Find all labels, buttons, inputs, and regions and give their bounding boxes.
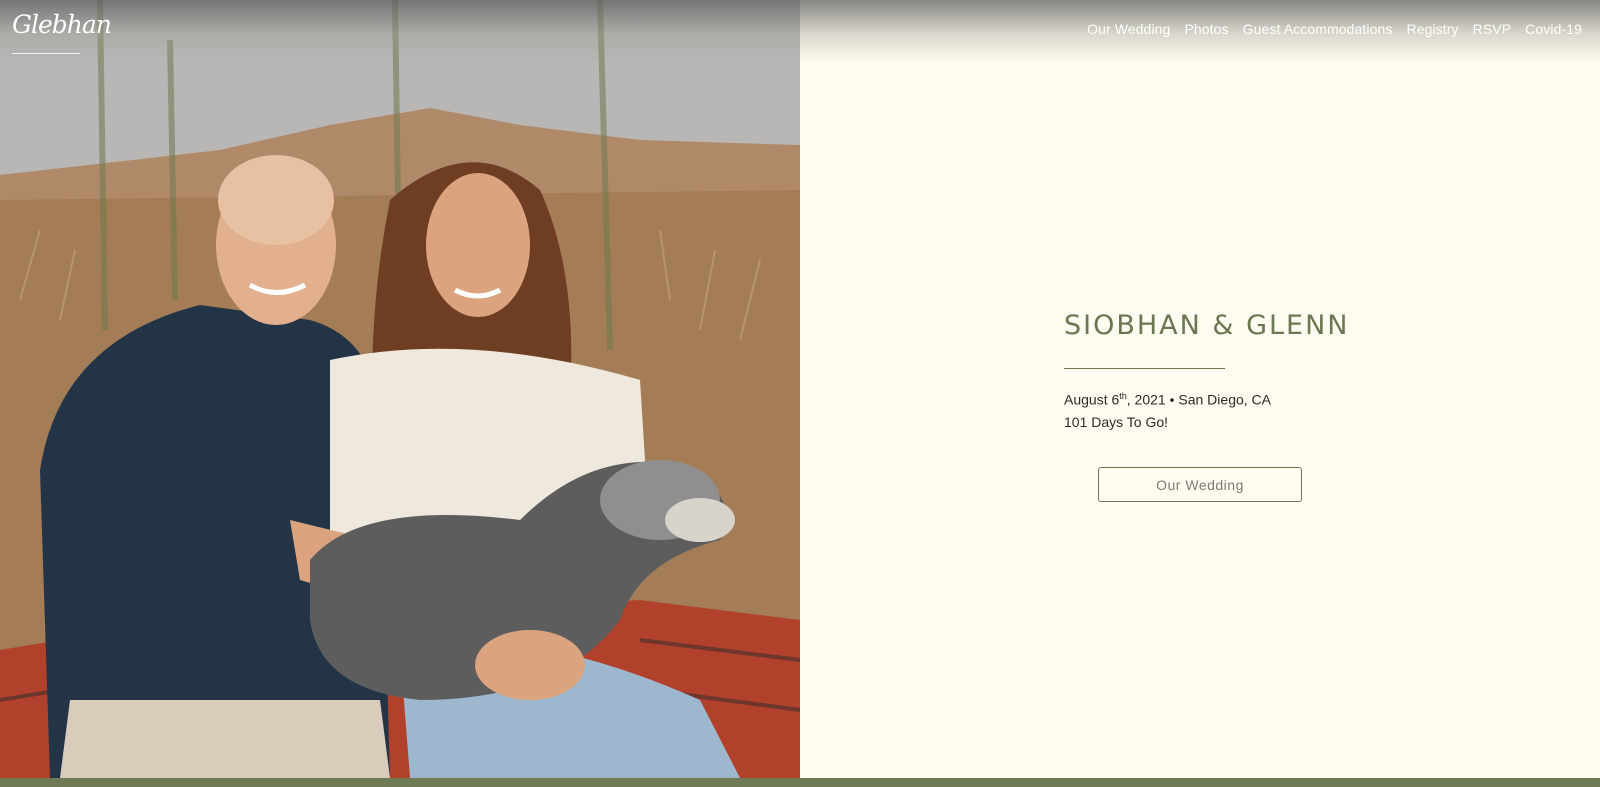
hero-panel: [800, 0, 1600, 778]
nav-rsvp[interactable]: RSVP: [1473, 21, 1512, 37]
main-nav: Our Wedding Photos Guest Accommodations …: [1087, 21, 1582, 37]
countdown-text: 101 Days To Go!: [1064, 414, 1169, 430]
logo-underline: [12, 53, 80, 54]
date-rest: , 2021 • San Diego, CA: [1126, 391, 1271, 408]
couple-names: SIOBHAN & GLENN: [1064, 310, 1350, 341]
date-ordinal: th: [1119, 391, 1127, 401]
couple-photo-illustration: [0, 0, 800, 778]
nav-registry[interactable]: Registry: [1406, 21, 1458, 37]
nav-photos[interactable]: Photos: [1184, 21, 1228, 37]
our-wedding-button[interactable]: Our Wedding: [1098, 467, 1302, 502]
page: Glebhan Our Wedding Photos Guest Accommo…: [0, 0, 1600, 787]
names-divider: [1064, 368, 1225, 369]
date-prefix: August 6: [1064, 391, 1120, 408]
nav-our-wedding[interactable]: Our Wedding: [1087, 21, 1170, 37]
nav-covid-19[interactable]: Covid-19: [1525, 21, 1582, 37]
bottom-bar: [0, 778, 1600, 787]
site-logo[interactable]: Glebhan: [12, 10, 112, 39]
couple-photo: [0, 0, 800, 778]
nav-guest-accommodations[interactable]: Guest Accommodations: [1243, 21, 1393, 37]
wedding-date-location: August 6th, 2021 • San Diego, CA: [1064, 391, 1271, 408]
